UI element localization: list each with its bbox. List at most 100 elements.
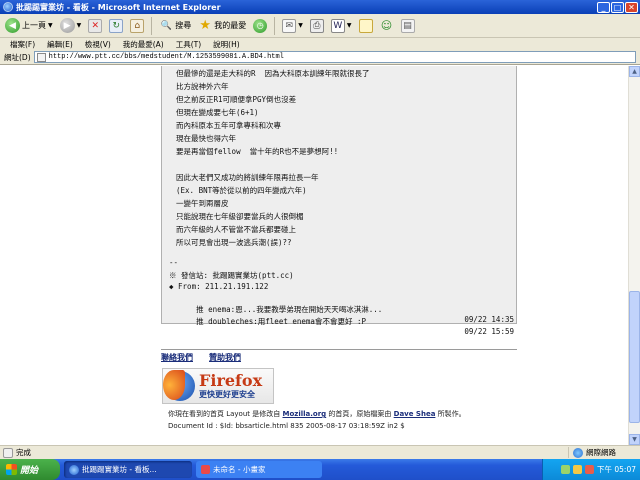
article-line: 只能說現在七年級卻要當兵的人很倒楣 — [176, 212, 304, 221]
menu-help[interactable]: 說明(H) — [213, 39, 240, 50]
article-line: 比方說神外六年 — [176, 82, 229, 91]
network-icon[interactable] — [561, 465, 570, 474]
back-arrow-icon: ◀ — [5, 18, 20, 33]
ie-icon — [69, 464, 79, 475]
messenger-icon: ☺ — [380, 19, 393, 32]
print-button[interactable]: ⎙ — [308, 17, 326, 35]
credits: 你現在看到的首頁 Layout 是修改自 Mozilla.org 的首頁，原始檔… — [168, 408, 466, 432]
article-line: 而六年級的人不管當不當兵都要碰上 — [176, 225, 296, 234]
taskbar: 開始 批踢踢實業坊 - 看板... 未命名 - 小畫家 下午 05:07 — [0, 459, 640, 480]
mozilla-link[interactable]: Mozilla.org — [282, 410, 326, 418]
signature-separator: -- — [169, 258, 179, 267]
source-line: ※ 發信站: 批踢踢實業坊(ptt.cc) — [169, 271, 294, 280]
close-button[interactable]: ✕ — [625, 1, 638, 13]
vertical-scrollbar[interactable]: ▲ ▼ — [628, 66, 640, 445]
refresh-icon: ↻ — [109, 18, 124, 33]
credit-text: 的首頁，原始檔案由 — [326, 410, 394, 418]
toolbar-separator — [274, 16, 276, 35]
star-icon: ★ — [199, 18, 212, 33]
taskbar-item-ie[interactable]: 批踢踢實業坊 - 看板... — [64, 461, 192, 478]
home-button[interactable]: ⌂ — [128, 17, 146, 35]
back-button[interactable]: ◀ 上一頁 ▼ — [3, 17, 55, 35]
title-bar: 批踢踢實業坊 - 看板 - Microsoft Internet Explore… — [0, 0, 640, 14]
window-title: 批踢踢實業坊 - 看板 - Microsoft Internet Explore… — [16, 2, 221, 12]
article-line: 因此大老們又成功的將訓練年限再拉長一年 — [176, 173, 319, 182]
firefox-logo-icon — [163, 370, 195, 401]
menu-file[interactable]: 檔案(F) — [10, 39, 35, 50]
dave-shea-link[interactable]: Dave Shea — [394, 410, 436, 418]
search-label: 搜尋 — [175, 21, 192, 30]
zone-label: 網際網路 — [586, 448, 616, 457]
credit-text: 你現在看到的首頁 Layout 是修改自 — [168, 410, 283, 418]
security-zone: 網際網路 — [568, 447, 640, 458]
forward-arrow-icon: ▶ — [59, 18, 75, 33]
scroll-up-icon[interactable]: ▲ — [629, 66, 640, 77]
menu-view[interactable]: 檢視(V) — [85, 39, 111, 50]
address-bar: 網址(D) http://www.ptt.cc/bbs/medstudent/M… — [0, 50, 640, 65]
mail-icon: ✉ — [282, 18, 297, 33]
chevron-down-icon: ▼ — [48, 22, 53, 29]
home-icon: ⌂ — [130, 18, 145, 33]
menu-tools[interactable]: 工具(T) — [176, 39, 201, 50]
search-icon: 🔍 — [160, 20, 172, 31]
push-text: 推 doubleches:用fleet enema會不會更好 :P — [196, 317, 366, 326]
chevron-down-icon: ▼ — [76, 22, 82, 29]
start-button[interactable]: 開始 — [0, 459, 60, 480]
favorites-button[interactable]: ★ 我的最愛 — [196, 17, 248, 35]
task-label: 批踢踢實業坊 - 看板... — [82, 465, 157, 474]
history-icon: ◷ — [253, 18, 268, 33]
taskbar-item-paint[interactable]: 未命名 - 小畫家 — [196, 461, 322, 478]
volume-icon[interactable] — [573, 465, 582, 474]
status-text: 完成 — [16, 448, 31, 457]
firefox-title: Firefox — [199, 370, 263, 390]
page-icon — [36, 52, 46, 62]
minimize-button[interactable]: _ — [597, 1, 610, 13]
page-icon — [3, 447, 13, 458]
sponsor-link[interactable]: 贊助我們 — [209, 352, 241, 363]
discuss-icon — [358, 18, 373, 33]
menu-bar: 檔案(F) 編輯(E) 檢視(V) 我的最愛(A) 工具(T) 說明(H) — [0, 38, 640, 50]
back-label: 上一頁 — [22, 21, 46, 30]
toolbar: ◀ 上一頁 ▼ ▶ ▼ ✕ ↻ ⌂ 🔍 搜尋 ★ 我的最愛 ◷ ✉ ▼ ⎙ W … — [0, 14, 640, 38]
refresh-button[interactable]: ↻ — [107, 17, 125, 35]
research-icon: ▤ — [400, 18, 415, 33]
search-button[interactable]: 🔍 搜尋 — [157, 17, 193, 35]
article-line: (Ex. BNT等於從以前的四年變成六年) — [176, 186, 307, 195]
page-content: 但最慘的還是走大科的R 因為大科原本訓練年限就很長了 比方說神外六年 但之前反正… — [0, 66, 628, 445]
mail-button[interactable]: ✉ ▼ — [280, 17, 305, 35]
contact-link[interactable]: 聯絡我們 — [161, 352, 193, 363]
security-alert-icon[interactable] — [585, 465, 594, 474]
discuss-button[interactable] — [357, 17, 375, 35]
credit-line: 你現在看到的首頁 Layout 是修改自 Mozilla.org 的首頁，原始檔… — [168, 408, 466, 420]
scroll-thumb[interactable] — [629, 291, 640, 423]
from-line: ◆ From: 211.21.191.122 — [169, 282, 269, 291]
menu-favorites[interactable]: 我的最愛(A) — [123, 39, 164, 50]
messenger-button[interactable]: ☺ — [378, 17, 396, 35]
ie-icon — [3, 2, 13, 12]
article-line: 一變午到兩層皮 — [176, 199, 229, 208]
article-line: 所以可見會出現一波逃兵潮(誤)?? — [176, 238, 292, 247]
article-line: 但之前反正R1可順便拿PGY倒也沒差 — [176, 95, 297, 104]
address-url: http://www.ptt.cc/bbs/medstudent/M.12535… — [48, 53, 284, 61]
globe-icon — [573, 447, 583, 458]
article-line: 現在最快也得六年 — [176, 134, 236, 143]
scroll-down-icon[interactable]: ▼ — [629, 434, 640, 445]
forward-button[interactable]: ▶ ▼ — [58, 17, 84, 35]
system-tray: 下午 05:07 — [542, 459, 640, 480]
history-button[interactable]: ◷ — [251, 17, 269, 35]
menu-edit[interactable]: 編輯(E) — [47, 39, 73, 50]
maximize-button[interactable]: □ — [611, 1, 624, 13]
research-button[interactable]: ▤ — [399, 17, 417, 35]
footer-links: 聯絡我們 贊助我們 — [161, 349, 517, 363]
stop-icon: ✕ — [88, 18, 103, 33]
edit-button[interactable]: W ▼ — [329, 17, 354, 35]
firefox-banner[interactable]: Firefox 更快更好更安全 — [162, 368, 274, 404]
stop-button[interactable]: ✕ — [86, 17, 104, 35]
clock[interactable]: 下午 05:07 — [597, 464, 636, 475]
push-time: 09/22 15:59 — [464, 327, 514, 336]
toolbar-separator — [151, 16, 153, 35]
article-line: 要是再當個fellow 當十年的R也不是夢想阿!! — [176, 147, 339, 156]
address-label: 網址(D) — [4, 52, 31, 62]
task-label: 未命名 - 小畫家 — [213, 465, 266, 474]
address-input[interactable]: http://www.ptt.cc/bbs/medstudent/M.12535… — [33, 51, 636, 63]
